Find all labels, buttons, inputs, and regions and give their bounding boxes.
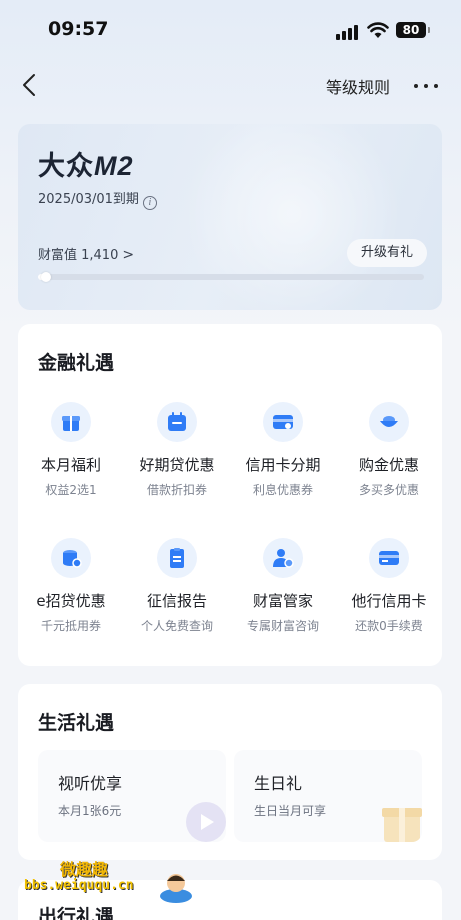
status-time: 09:57 [48, 18, 109, 40]
report-icon [157, 538, 197, 578]
upgrade-gift-button[interactable]: 升级有礼 [347, 239, 427, 267]
wealth-value: 财富值 1,410 [38, 248, 119, 263]
grid-item-subtitle: 还款0手续费 [355, 619, 423, 633]
card-decoration [182, 124, 402, 310]
av-benefit-card[interactable]: 视听优享 本月1张6元 [38, 750, 226, 842]
advisor-icon [263, 538, 303, 578]
progress-knob [40, 272, 51, 282]
gift-box-icon [382, 808, 422, 842]
grid-item-wealth-advisor[interactable]: 财富管家 专属财富咨询 [230, 538, 336, 634]
birthday-gift-title: 生日礼 [254, 774, 303, 793]
birthday-gift-desc: 生日当月可享 [254, 804, 327, 818]
grid-item-card-installment[interactable]: 信用卡分期 利息优惠券 [230, 402, 336, 498]
chevron-right-icon: > [122, 247, 135, 263]
finance-benefits-card: 金融礼遇 本月福利 权益2选1 好期贷优惠 借款折扣券 信用卡分期 利息优惠券 … [18, 324, 442, 666]
battery-icon: 80 [396, 22, 430, 38]
grid-item-subtitle: 利息优惠券 [252, 483, 313, 497]
grid-item-title: 本月福利 [40, 456, 101, 474]
wifi-icon [367, 22, 389, 38]
wealth-progress-bar [38, 272, 424, 282]
nav-bar: 等级规则 [0, 70, 461, 102]
grid-item-subtitle: 权益2选1 [45, 483, 97, 497]
grid-item-gold-discount[interactable]: 购金优惠 多买多优惠 [336, 402, 442, 498]
grid-item-title: 他行信用卡 [351, 592, 427, 610]
level-name-prefix: 大众 [38, 151, 94, 182]
level-rules-link[interactable]: 等级规则 [326, 74, 390, 98]
status-bar: 09:57 80 [0, 18, 461, 46]
grid-item-subtitle: 个人免费查询 [140, 619, 213, 633]
av-benefit-desc: 本月1张6元 [58, 804, 122, 818]
grid-item-title: 征信报告 [146, 592, 207, 610]
level-card: 大众M2 2025/03/01到期 i 财富值 1,410 > 升级有礼 [18, 124, 442, 310]
gift-icon [51, 402, 91, 442]
gold-ingot-icon [369, 402, 409, 442]
av-benefit-title: 视听优享 [58, 774, 123, 793]
finance-section-title: 金融礼遇 [38, 352, 115, 374]
grid-item-credit-report[interactable]: 征信报告 个人免费查询 [124, 538, 230, 634]
grid-item-loan-discount[interactable]: 好期贷优惠 借款折扣券 [124, 402, 230, 498]
watermark-line2: bbs.weiququ.cn [24, 878, 134, 893]
grid-item-monthly-welfare[interactable]: 本月福利 权益2选1 [18, 402, 124, 498]
calendar-icon [157, 402, 197, 442]
expiry-text: 2025/03/01到期 [38, 192, 139, 207]
level-name-suffix: M2 [94, 151, 134, 181]
watermark-line1: 微趣趣 [60, 860, 109, 879]
grid-item-subtitle: 借款折扣券 [146, 483, 207, 497]
grid-item-title: 信用卡分期 [245, 456, 321, 474]
grid-item-e-loan-discount[interactable]: e招贷优惠 千元抵用券 [18, 538, 124, 634]
birthday-gift-card[interactable]: 生日礼 生日当月可享 [234, 750, 422, 842]
info-icon[interactable]: i [142, 196, 157, 210]
play-icon [186, 802, 226, 842]
signal-icon [336, 24, 362, 40]
life-benefits-card: 生活礼遇 视听优享 本月1张6元 生日礼 生日当月可享 [18, 684, 442, 860]
grid-item-title: 好期贷优惠 [139, 456, 215, 474]
grid-item-subtitle: 多买多优惠 [358, 483, 419, 497]
expiry-date: 2025/03/01到期 i [38, 188, 157, 210]
back-arrow-icon[interactable] [18, 72, 42, 98]
grid-item-other-bank-card[interactable]: 他行信用卡 还款0手续费 [336, 538, 442, 634]
grid-item-title: 财富管家 [252, 592, 313, 610]
grid-item-subtitle: 专属财富咨询 [246, 619, 319, 633]
more-icon[interactable] [412, 84, 442, 90]
life-section-title: 生活礼遇 [38, 712, 115, 734]
level-name: 大众M2 [38, 144, 134, 183]
grid-item-title: e招贷优惠 [36, 592, 106, 610]
coins-icon [51, 538, 91, 578]
watermark: 微趣趣 bbs.weiququ.cn [22, 852, 202, 908]
wealth-value-link[interactable]: 财富值 1,410 > [38, 244, 134, 263]
grid-item-title: 购金优惠 [358, 456, 419, 474]
mascot-icon [160, 874, 192, 903]
card-installment-icon [263, 402, 303, 442]
battery-level: 80 [402, 23, 420, 37]
credit-card-icon [369, 538, 409, 578]
grid-item-subtitle: 千元抵用券 [40, 619, 101, 633]
